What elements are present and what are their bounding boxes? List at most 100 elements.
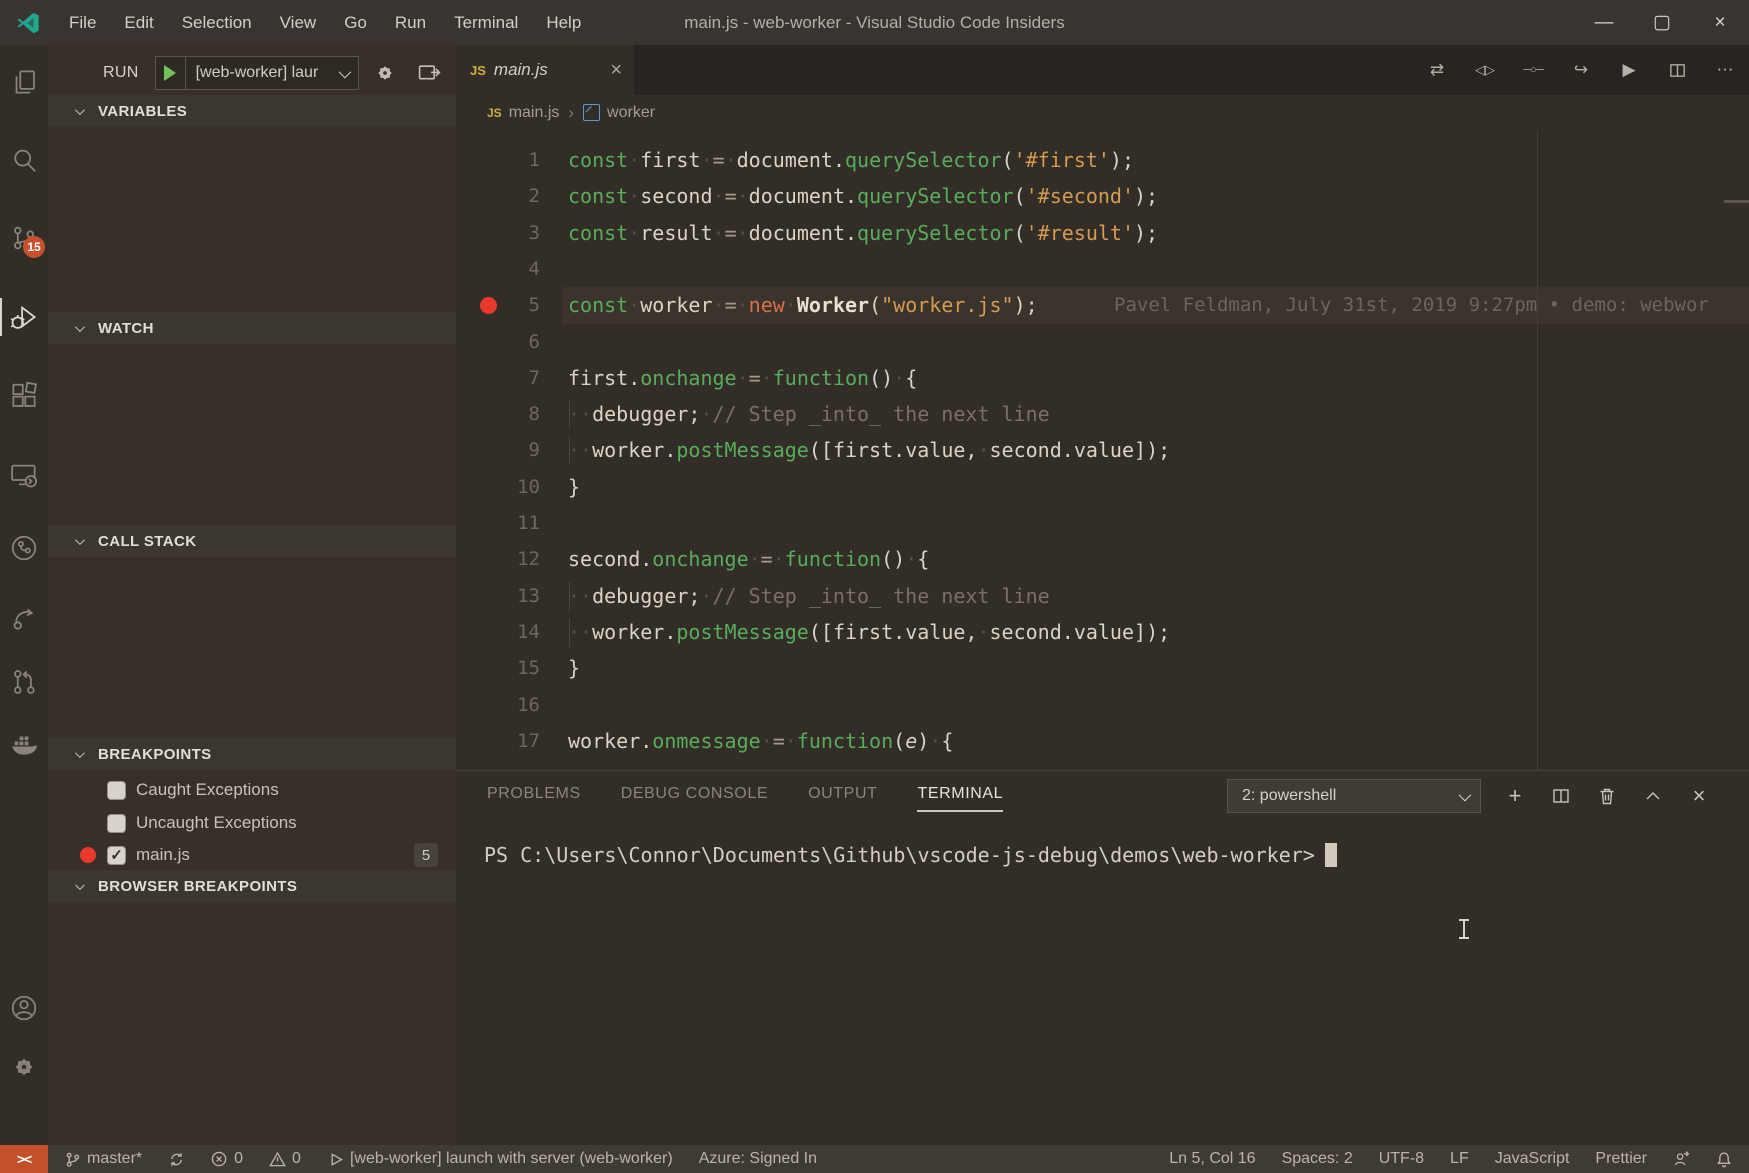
explorer-icon[interactable] xyxy=(0,58,48,106)
maximize-panel-icon[interactable] xyxy=(1630,771,1676,821)
line-number[interactable]: 13 xyxy=(456,578,540,615)
code-line[interactable]: 8··debugger;·// Step _into_ the next lin… xyxy=(456,396,1749,433)
indentation[interactable]: Spaces: 2 xyxy=(1282,1150,1353,1168)
eol[interactable]: LF xyxy=(1450,1150,1469,1168)
code-line[interactable]: 7first.onchange·=·function()·{ xyxy=(456,360,1749,397)
code-line[interactable]: 13··debugger;·// Step _into_ the next li… xyxy=(456,578,1749,615)
code-line[interactable]: 14··worker.postMessage([first.value,·sec… xyxy=(456,614,1749,651)
code-editor[interactable]: 1const·first·=·document.querySelector('#… xyxy=(456,130,1749,770)
line-number[interactable]: 9 xyxy=(456,432,540,469)
source-control-icon[interactable]: 15 xyxy=(0,214,48,262)
cursor-position[interactable]: Ln 5, Col 16 xyxy=(1169,1150,1255,1168)
launch-config-status[interactable]: [web-worker] launch with server (web-wor… xyxy=(327,1150,673,1168)
remote-explorer-icon[interactable] xyxy=(0,451,48,499)
split-editor-icon[interactable] xyxy=(1653,45,1701,95)
code-line[interactable]: 10} xyxy=(456,469,1749,506)
line-number[interactable]: 1 xyxy=(456,142,540,179)
code-line[interactable]: 17worker.onmessage·=·function(e)·{ xyxy=(456,723,1749,760)
debug-console-icon[interactable] xyxy=(417,61,442,86)
line-number[interactable]: 3 xyxy=(456,215,540,252)
line-number[interactable]: 5 xyxy=(456,287,540,324)
breakpoint-row[interactable]: ✓main.js5 xyxy=(48,839,456,871)
remote-indicator[interactable]: >< xyxy=(0,1145,48,1173)
code-line[interactable]: 1const·first·=·document.querySelector('#… xyxy=(456,142,1749,179)
breakpoint-checkbox[interactable] xyxy=(107,814,126,833)
menu-help[interactable]: Help xyxy=(532,0,595,45)
panel-tab-output[interactable]: OUTPUT xyxy=(808,771,877,816)
section-browser-breakpoints[interactable]: BROWSER BREAKPOINTS xyxy=(48,870,456,902)
line-number[interactable]: 8 xyxy=(456,396,540,433)
code-line[interactable]: 2const·second·=·document.querySelector('… xyxy=(456,178,1749,215)
maximize-button[interactable]: ▢ xyxy=(1633,0,1691,45)
menu-view[interactable]: View xyxy=(266,0,331,45)
launch-config-select[interactable]: [web-worker] laur xyxy=(186,57,358,89)
feedback[interactable] xyxy=(1673,1151,1690,1168)
code-line[interactable]: 5const·worker·=·new·Worker("worker.js");… xyxy=(456,287,1749,324)
panel-tab-problems[interactable]: PROBLEMS xyxy=(487,771,581,816)
search-icon[interactable] xyxy=(0,136,48,184)
line-number[interactable]: 11 xyxy=(456,505,540,542)
code-line[interactable]: 6 xyxy=(456,324,1749,361)
code-line[interactable]: 16 xyxy=(456,687,1749,724)
extensions-icon[interactable] xyxy=(0,372,48,420)
docker-icon[interactable] xyxy=(0,720,48,768)
start-debug-button[interactable] xyxy=(156,57,186,89)
minimize-button[interactable]: — xyxy=(1575,0,1633,45)
terminal[interactable]: PS C:\Users\Connor\Documents\Github\vsco… xyxy=(484,841,1337,869)
encoding[interactable]: UTF-8 xyxy=(1379,1150,1424,1168)
code-line[interactable]: 9··worker.postMessage([first.value,·seco… xyxy=(456,432,1749,469)
language-mode[interactable]: JavaScript xyxy=(1495,1150,1570,1168)
commit-graph-icon[interactable] xyxy=(0,524,48,572)
breadcrumb-file[interactable]: main.js xyxy=(509,104,560,122)
line-number[interactable]: 7 xyxy=(456,360,540,397)
run-file-icon[interactable]: ▶ xyxy=(1605,45,1653,95)
breakpoint-row[interactable]: Caught Exceptions xyxy=(48,774,456,806)
open-changes-icon[interactable]: ⇄ xyxy=(1413,45,1461,95)
menu-run[interactable]: Run xyxy=(381,0,440,45)
line-number[interactable]: 12 xyxy=(456,541,540,578)
settings-icon[interactable] xyxy=(0,1043,48,1091)
tab-mainjs[interactable]: JS main.js × xyxy=(456,45,634,95)
azure-status[interactable]: Azure: Signed In xyxy=(699,1150,817,1168)
terminal-select[interactable]: 2: powershell xyxy=(1227,779,1481,813)
section-variables[interactable]: VARIABLES xyxy=(48,95,456,127)
code-line[interactable]: 11 xyxy=(456,505,1749,542)
menu-file[interactable]: File xyxy=(55,0,110,45)
run-and-debug-icon[interactable] xyxy=(0,293,48,341)
section-watch[interactable]: WATCH xyxy=(48,312,456,344)
code-line[interactable]: 4 xyxy=(456,251,1749,288)
configure-gear-icon[interactable] xyxy=(373,61,397,85)
breadcrumb-symbol[interactable]: worker xyxy=(607,104,655,122)
panel-tab-debug-console[interactable]: DEBUG CONSOLE xyxy=(621,771,768,816)
line-number[interactable]: 15 xyxy=(456,650,540,687)
pull-requests-icon[interactable] xyxy=(0,658,48,706)
git-branch-status[interactable]: master* xyxy=(64,1150,142,1168)
breakpoint-checkbox[interactable]: ✓ xyxy=(107,846,126,865)
line-number[interactable]: 16 xyxy=(456,687,540,724)
tab-close-icon[interactable]: × xyxy=(610,59,622,82)
line-number[interactable]: 4 xyxy=(456,251,540,288)
close-panel-icon[interactable]: × xyxy=(1676,771,1722,821)
close-button[interactable]: × xyxy=(1691,0,1749,45)
compare-icon[interactable]: ◁▷ xyxy=(1461,45,1509,95)
menu-go[interactable]: Go xyxy=(330,0,381,45)
line-number[interactable]: 2 xyxy=(456,178,540,215)
line-number[interactable]: 10 xyxy=(456,469,540,506)
errors-status[interactable]: 0 xyxy=(211,1150,243,1168)
toggle-inline-view-icon[interactable]: ─○─ xyxy=(1509,45,1557,95)
live-share-icon[interactable] xyxy=(0,594,48,642)
line-number[interactable]: 14 xyxy=(456,614,540,651)
new-terminal-icon[interactable]: + xyxy=(1492,771,1538,821)
notifications[interactable] xyxy=(1716,1151,1733,1168)
menu-selection[interactable]: Selection xyxy=(168,0,266,45)
panel-tab-terminal[interactable]: TERMINAL xyxy=(917,771,1003,816)
line-number[interactable]: 17 xyxy=(456,723,540,760)
account-icon[interactable] xyxy=(0,984,48,1032)
code-line[interactable]: 15} xyxy=(456,650,1749,687)
code-line[interactable]: 12second.onchange·=·function()·{ xyxy=(456,541,1749,578)
more-actions-icon[interactable]: ⋯ xyxy=(1701,45,1749,95)
code-line[interactable]: 3const·result·=·document.querySelector('… xyxy=(456,215,1749,252)
breakpoint-row[interactable]: Uncaught Exceptions xyxy=(48,807,456,839)
menu-edit[interactable]: Edit xyxy=(110,0,167,45)
sync-status[interactable] xyxy=(168,1151,185,1168)
